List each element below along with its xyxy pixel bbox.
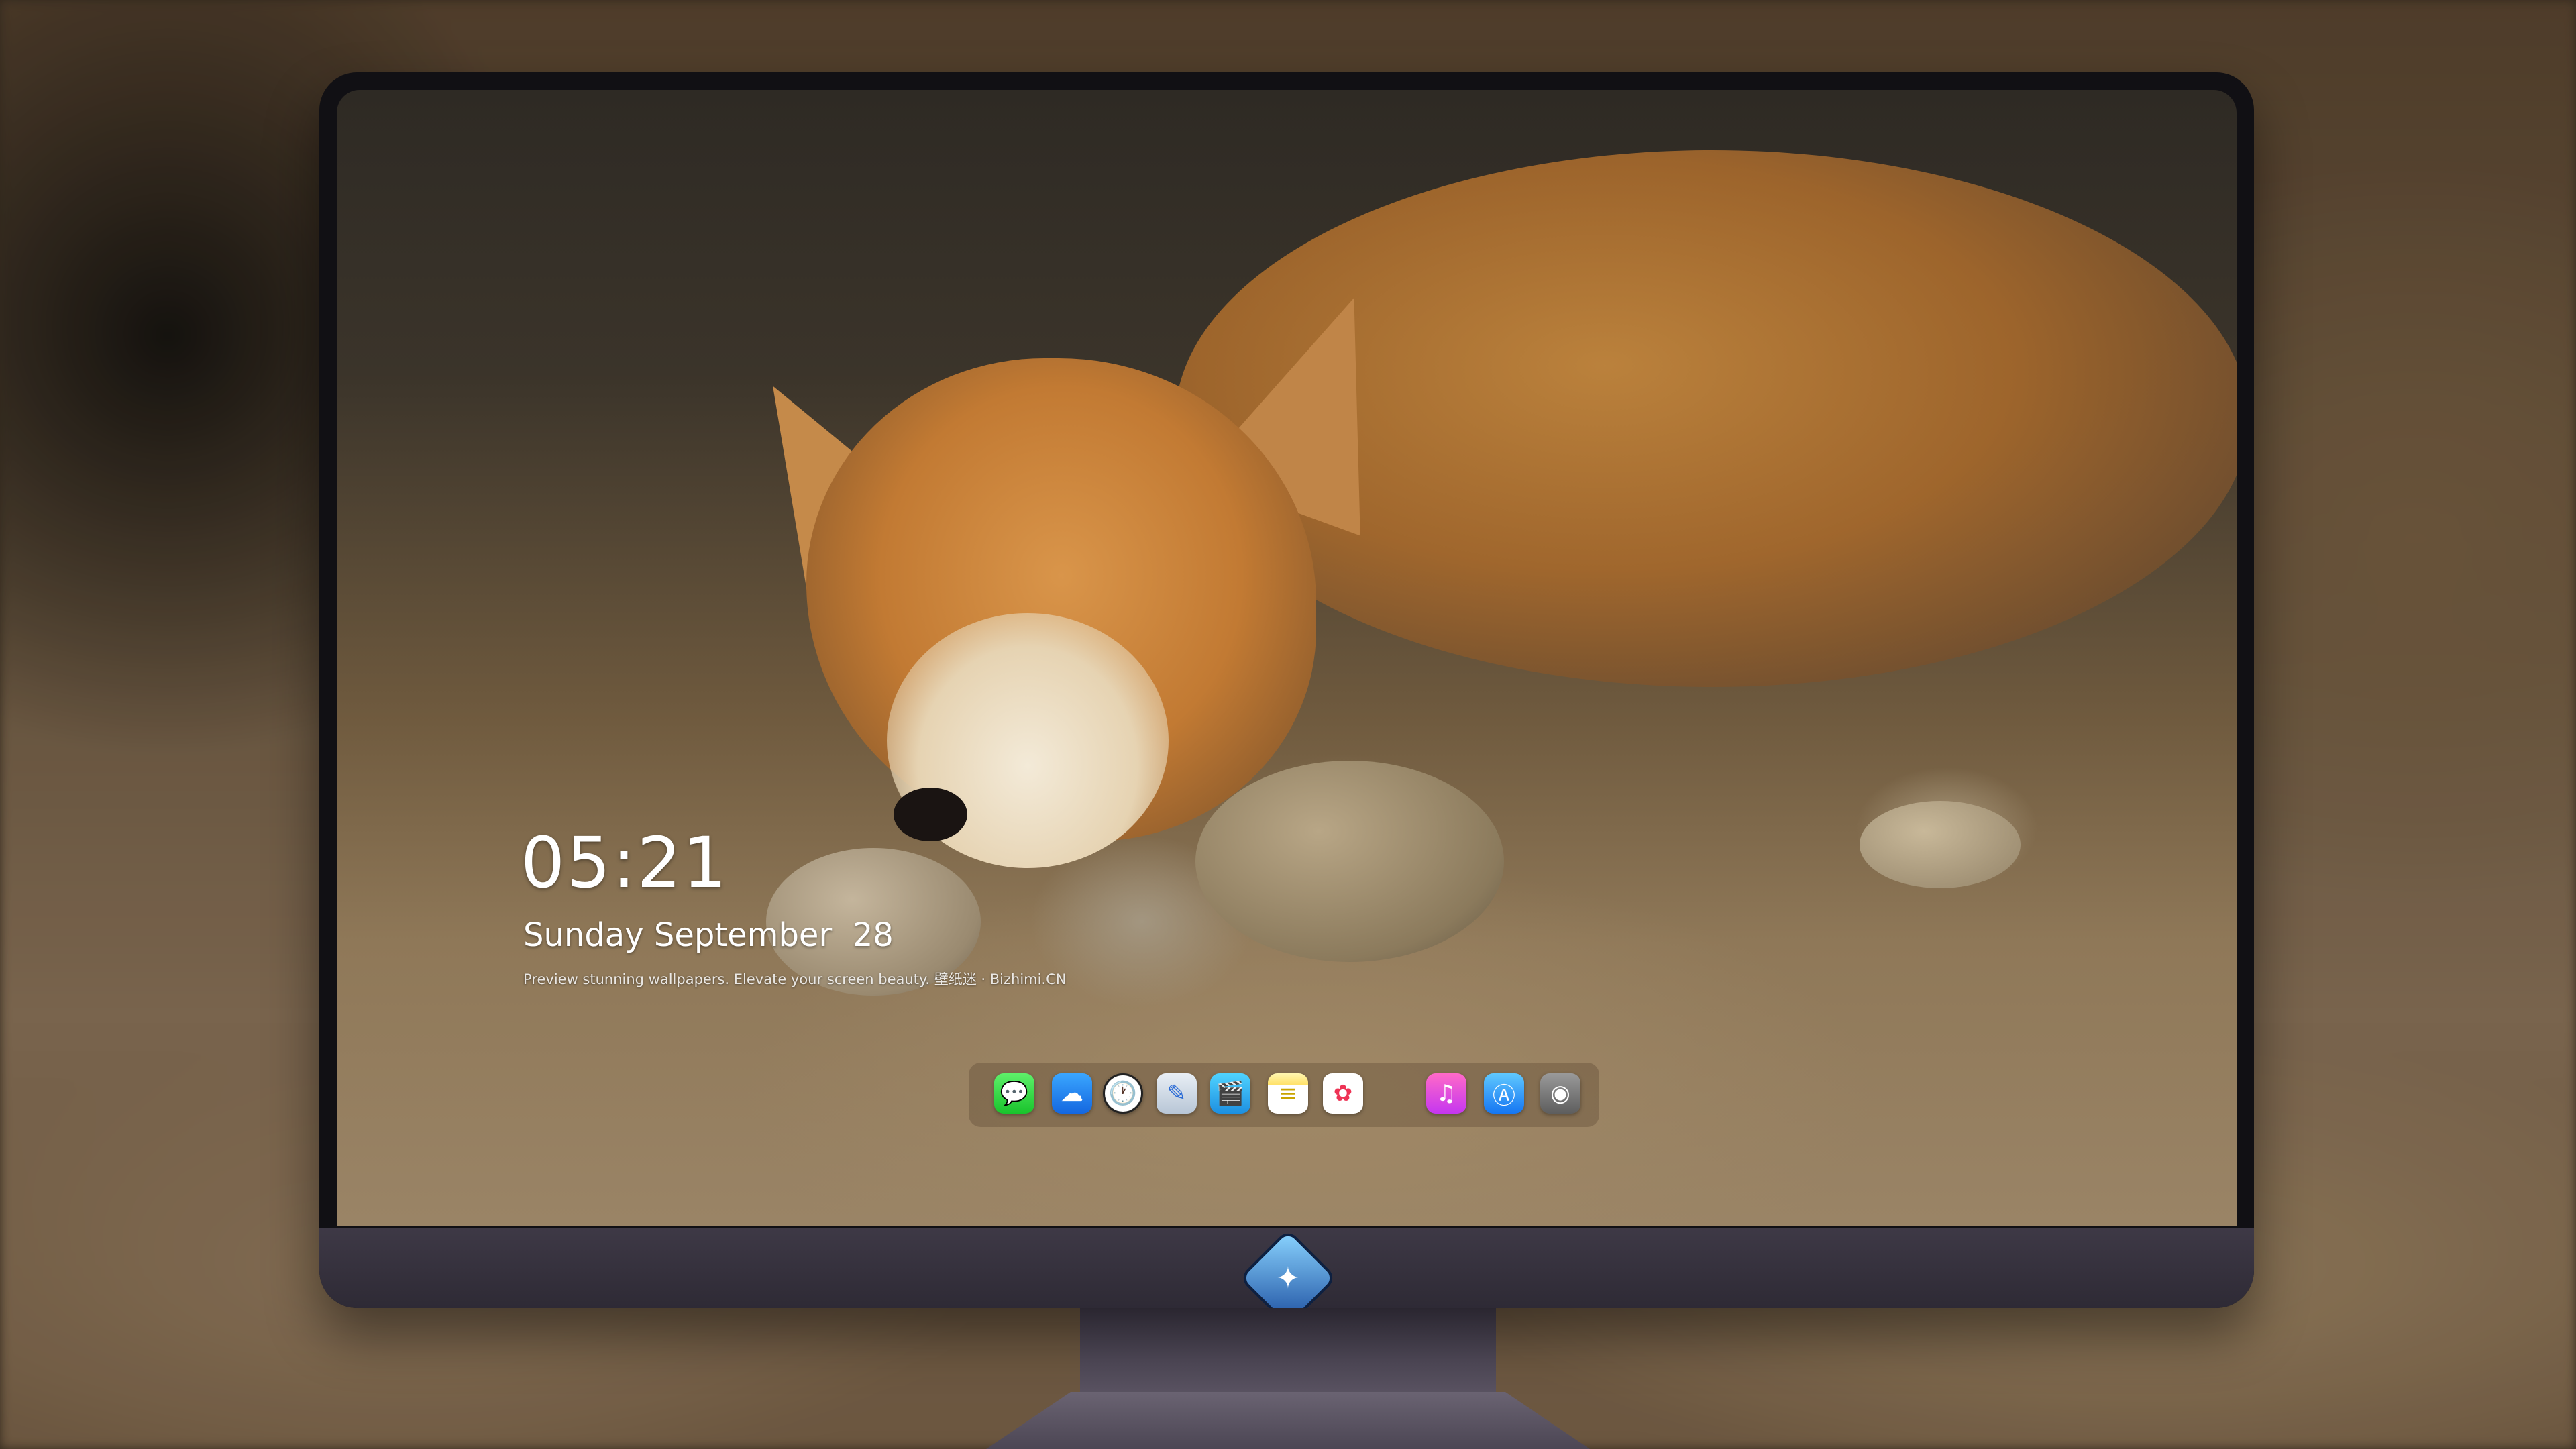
fox-nose xyxy=(894,788,967,841)
clock-icon[interactable]: 🕐 xyxy=(1103,1073,1143,1114)
cloud-sun-icon[interactable]: ☁ xyxy=(1052,1073,1092,1114)
monitor-stand-neck xyxy=(1080,1308,1496,1395)
notes-icon[interactable]: ≡ xyxy=(1268,1073,1308,1114)
rock xyxy=(1195,761,1504,962)
lockscreen-date: Sunday September 28 xyxy=(523,916,894,954)
rock xyxy=(1860,801,2021,888)
lockscreen-tagline: Preview stunning wallpapers. Elevate you… xyxy=(523,971,1067,987)
photos-icon[interactable]: ✿ xyxy=(1323,1073,1363,1114)
monitor-stand-base xyxy=(986,1392,1590,1449)
logo-glyph: ✦ xyxy=(1275,1260,1301,1295)
music-note-icon[interactable]: ♫ xyxy=(1426,1073,1466,1114)
clapperboard-icon[interactable]: 🎬 xyxy=(1210,1073,1250,1114)
preview-icon[interactable]: ✎ xyxy=(1157,1073,1197,1114)
app-store-icon[interactable]: Ⓐ xyxy=(1484,1073,1524,1114)
message-bubble-icon[interactable]: 💬 xyxy=(994,1073,1034,1114)
camera-icon[interactable]: ◉ xyxy=(1540,1073,1580,1114)
lockscreen-time: 05:21 xyxy=(521,822,729,904)
screen-wallpaper: 05:21 Sunday September 28 Preview stunni… xyxy=(337,90,2237,1226)
